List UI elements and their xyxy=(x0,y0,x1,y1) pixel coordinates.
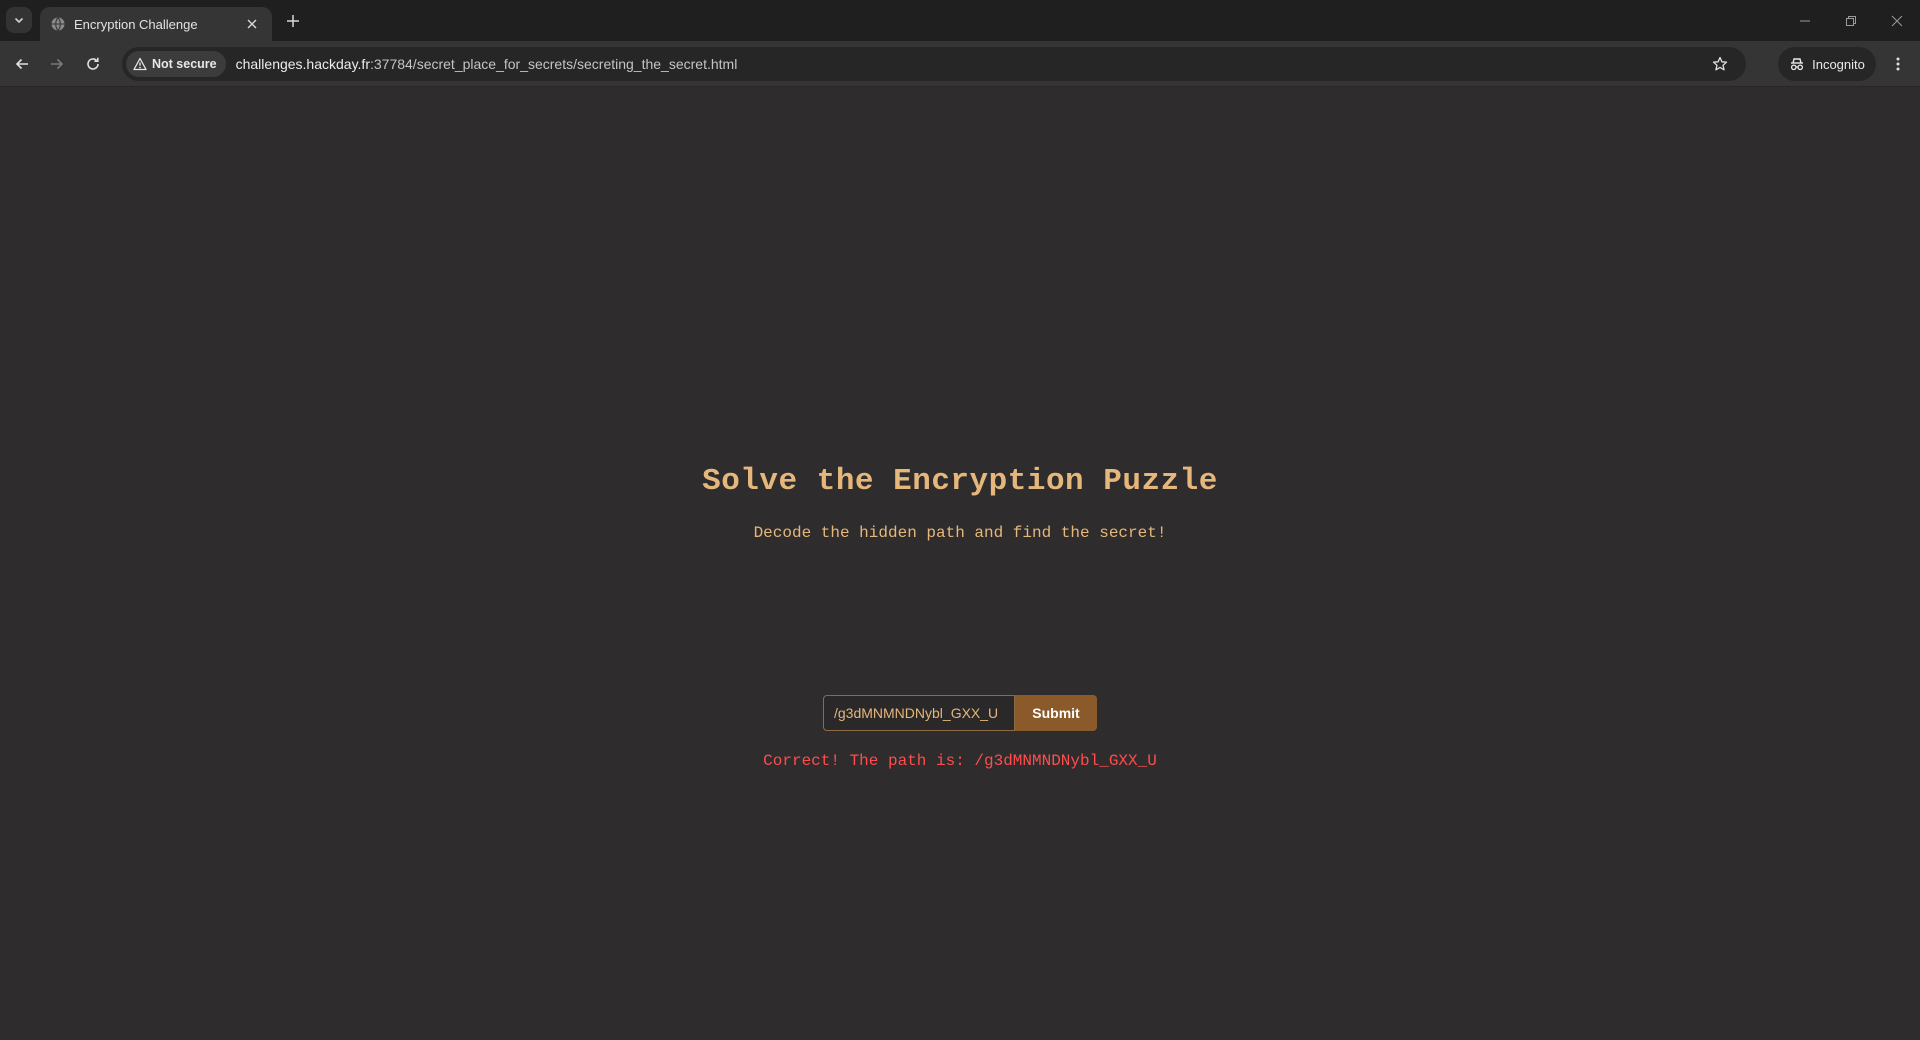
arrow-left-icon xyxy=(15,58,28,70)
incognito-icon xyxy=(1791,58,1804,71)
more-vert-icon xyxy=(1896,57,1900,71)
submit-button[interactable]: Submit xyxy=(1015,695,1097,731)
restore-icon xyxy=(1846,15,1856,26)
warning-icon xyxy=(133,57,147,71)
reload-button[interactable] xyxy=(81,52,105,76)
reload-icon xyxy=(87,57,99,70)
new-tab-button[interactable] xyxy=(282,10,304,32)
url-text: challenges.hackday.fr:37784/secret_place… xyxy=(236,56,738,72)
forward-button[interactable] xyxy=(45,52,69,76)
minimize-button[interactable] xyxy=(1782,0,1828,41)
tab-title: Encryption Challenge xyxy=(74,16,198,32)
incognito-label: Incognito xyxy=(1812,56,1865,72)
page-title: Solve the Encryption Puzzle xyxy=(702,464,1218,499)
incognito-indicator[interactable]: Incognito xyxy=(1778,47,1876,81)
plus-icon xyxy=(287,15,299,27)
address-bar[interactable]: Not secure challenges.hackday.fr:37784/s… xyxy=(122,47,1746,81)
browser-toolbar: Not secure challenges.hackday.fr:37784/s… xyxy=(0,41,1920,87)
path-form: Submit xyxy=(823,695,1097,731)
close-icon xyxy=(1891,15,1903,26)
result-message: Correct! The path is: /g3dMNMNDNybl_GXX_… xyxy=(763,752,1157,770)
url-path: :37784/secret_place_for_secrets/secretin… xyxy=(369,56,738,72)
path-input[interactable] xyxy=(823,695,1015,731)
close-tab-icon[interactable] xyxy=(242,14,262,34)
tab-strip: Encryption Challenge xyxy=(0,0,1920,41)
star-icon xyxy=(1712,56,1728,71)
security-label: Not secure xyxy=(152,57,217,71)
tab-search-button[interactable] xyxy=(6,7,32,33)
page-subtitle: Decode the hidden path and find the secr… xyxy=(753,524,1167,542)
url-host: challenges.hackday.fr xyxy=(235,56,370,72)
arrow-right-icon xyxy=(51,58,64,70)
tab-encryption-challenge[interactable]: Encryption Challenge xyxy=(40,7,272,41)
minimize-icon xyxy=(1800,20,1810,21)
restore-button[interactable] xyxy=(1828,0,1874,41)
chevron-down-icon xyxy=(14,17,24,24)
security-indicator[interactable]: Not secure xyxy=(126,51,226,77)
globe-icon xyxy=(50,16,66,32)
page-content: Solve the Encryption Puzzle Decode the h… xyxy=(0,88,1920,1040)
back-button[interactable] xyxy=(10,52,34,76)
window-controls xyxy=(1782,0,1920,41)
browser-menu-button[interactable] xyxy=(1886,52,1910,76)
close-window-button[interactable] xyxy=(1874,0,1920,41)
bookmark-button[interactable] xyxy=(1710,54,1730,74)
